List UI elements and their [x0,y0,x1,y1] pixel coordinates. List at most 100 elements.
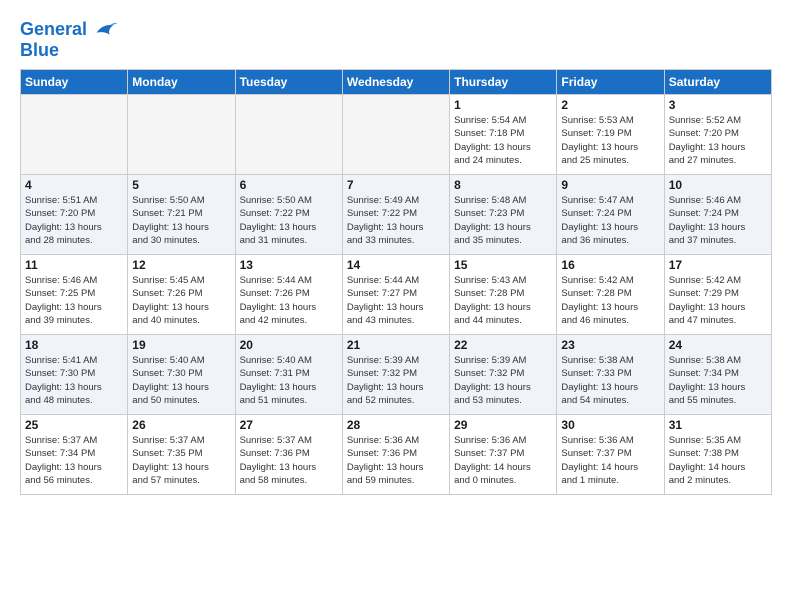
day-number: 9 [561,178,659,192]
calendar-cell: 28Sunrise: 5:36 AMSunset: 7:36 PMDayligh… [342,415,449,495]
cell-info: Sunrise: 5:43 AMSunset: 7:28 PMDaylight:… [454,274,552,327]
day-number: 25 [25,418,123,432]
header-row: SundayMondayTuesdayWednesdayThursdayFrid… [21,70,772,95]
day-number: 17 [669,258,767,272]
day-header-saturday: Saturday [664,70,771,95]
day-number: 15 [454,258,552,272]
header: General Blue [20,16,772,61]
day-number: 20 [240,338,338,352]
day-header-thursday: Thursday [450,70,557,95]
day-number: 2 [561,98,659,112]
day-header-sunday: Sunday [21,70,128,95]
week-row-2: 4 Sunrise: 5:51 AMSunset: 7:20 PMDaylight… [21,175,772,255]
week-row-1: 1 Sunrise: 5:54 AMSunset: 7:18 PMDaylight… [21,95,772,175]
day-number: 24 [669,338,767,352]
cell-info: Sunrise: 5:39 AMSunset: 7:32 PMDaylight:… [454,354,552,407]
cell-info: Sunrise: 5:47 AMSunset: 7:24 PMDaylight:… [561,194,659,247]
day-number: 11 [25,258,123,272]
week-row-4: 18 Sunrise: 5:41 AMSunset: 7:30 PMDayligh… [21,335,772,415]
day-number: 21 [347,338,445,352]
calendar-cell: 29Sunrise: 5:36 AMSunset: 7:37 PMDayligh… [450,415,557,495]
cell-info: Sunrise: 5:37 AMSunset: 7:36 PMDaylight:… [240,434,338,487]
calendar-cell: 4 Sunrise: 5:51 AMSunset: 7:20 PMDaylight… [21,175,128,255]
cell-info: Sunrise: 5:46 AMSunset: 7:25 PMDaylight:… [25,274,123,327]
day-number: 8 [454,178,552,192]
day-number: 4 [25,178,123,192]
calendar-cell: 15 Sunrise: 5:43 AMSunset: 7:28 PMDayligh… [450,255,557,335]
calendar-table: SundayMondayTuesdayWednesdayThursdayFrid… [20,69,772,495]
cell-info: Sunrise: 5:40 AMSunset: 7:30 PMDaylight:… [132,354,230,407]
day-number: 31 [669,418,767,432]
day-number: 27 [240,418,338,432]
day-header-friday: Friday [557,70,664,95]
calendar-cell: 2 Sunrise: 5:53 AMSunset: 7:19 PMDaylight… [557,95,664,175]
logo-text: General [20,20,87,40]
day-number: 23 [561,338,659,352]
page: General Blue SundayMondayTuesdayWednesda… [0,0,792,505]
week-row-5: 25 Sunrise: 5:37 AMSunset: 7:34 PMDayligh… [21,415,772,495]
day-header-monday: Monday [128,70,235,95]
day-number: 12 [132,258,230,272]
day-number: 5 [132,178,230,192]
calendar-cell [128,95,235,175]
calendar-cell: 24 Sunrise: 5:38 AMSunset: 7:34 PMDayligh… [664,335,771,415]
calendar-cell: 18 Sunrise: 5:41 AMSunset: 7:30 PMDayligh… [21,335,128,415]
calendar-cell: 30Sunrise: 5:36 AMSunset: 7:37 PMDayligh… [557,415,664,495]
calendar-cell: 22 Sunrise: 5:39 AMSunset: 7:32 PMDayligh… [450,335,557,415]
day-number: 1 [454,98,552,112]
week-row-3: 11 Sunrise: 5:46 AMSunset: 7:25 PMDayligh… [21,255,772,335]
calendar-cell: 20 Sunrise: 5:40 AMSunset: 7:31 PMDayligh… [235,335,342,415]
calendar-cell: 31 Sunrise: 5:35 AMSunset: 7:38 PMDayligh… [664,415,771,495]
calendar-cell: 11 Sunrise: 5:46 AMSunset: 7:25 PMDayligh… [21,255,128,335]
day-number: 10 [669,178,767,192]
day-header-tuesday: Tuesday [235,70,342,95]
calendar-cell: 14 Sunrise: 5:44 AMSunset: 7:27 PMDayligh… [342,255,449,335]
calendar-cell: 17Sunrise: 5:42 AMSunset: 7:29 PMDayligh… [664,255,771,335]
day-number: 18 [25,338,123,352]
cell-info: Sunrise: 5:51 AMSunset: 7:20 PMDaylight:… [25,194,123,247]
day-header-wednesday: Wednesday [342,70,449,95]
calendar-cell: 8 Sunrise: 5:48 AMSunset: 7:23 PMDaylight… [450,175,557,255]
cell-info: Sunrise: 5:44 AMSunset: 7:27 PMDaylight:… [347,274,445,327]
calendar-cell: 25 Sunrise: 5:37 AMSunset: 7:34 PMDayligh… [21,415,128,495]
cell-info: Sunrise: 5:38 AMSunset: 7:33 PMDaylight:… [561,354,659,407]
cell-info: Sunrise: 5:39 AMSunset: 7:32 PMDaylight:… [347,354,445,407]
cell-info: Sunrise: 5:41 AMSunset: 7:30 PMDaylight:… [25,354,123,407]
cell-info: Sunrise: 5:44 AMSunset: 7:26 PMDaylight:… [240,274,338,327]
cell-info: Sunrise: 5:50 AMSunset: 7:22 PMDaylight:… [240,194,338,247]
cell-info: Sunrise: 5:37 AMSunset: 7:34 PMDaylight:… [25,434,123,487]
logo-bird-icon [89,16,117,44]
cell-info: Sunrise: 5:45 AMSunset: 7:26 PMDaylight:… [132,274,230,327]
day-number: 13 [240,258,338,272]
cell-info: Sunrise: 5:40 AMSunset: 7:31 PMDaylight:… [240,354,338,407]
calendar-cell: 13 Sunrise: 5:44 AMSunset: 7:26 PMDayligh… [235,255,342,335]
calendar-cell [21,95,128,175]
day-number: 28 [347,418,445,432]
calendar-cell: 23 Sunrise: 5:38 AMSunset: 7:33 PMDayligh… [557,335,664,415]
day-number: 16 [561,258,659,272]
cell-info: Sunrise: 5:50 AMSunset: 7:21 PMDaylight:… [132,194,230,247]
day-number: 19 [132,338,230,352]
cell-info: Sunrise: 5:36 AMSunset: 7:37 PMDaylight:… [454,434,552,487]
calendar-cell [342,95,449,175]
day-number: 6 [240,178,338,192]
day-number: 3 [669,98,767,112]
day-number: 14 [347,258,445,272]
cell-info: Sunrise: 5:37 AMSunset: 7:35 PMDaylight:… [132,434,230,487]
calendar-cell: 1 Sunrise: 5:54 AMSunset: 7:18 PMDaylight… [450,95,557,175]
calendar-cell: 21 Sunrise: 5:39 AMSunset: 7:32 PMDayligh… [342,335,449,415]
cell-info: Sunrise: 5:54 AMSunset: 7:18 PMDaylight:… [454,114,552,167]
calendar-cell: 27 Sunrise: 5:37 AMSunset: 7:36 PMDayligh… [235,415,342,495]
day-number: 22 [454,338,552,352]
day-number: 30 [561,418,659,432]
day-number: 26 [132,418,230,432]
calendar-cell: 5 Sunrise: 5:50 AMSunset: 7:21 PMDaylight… [128,175,235,255]
cell-info: Sunrise: 5:53 AMSunset: 7:19 PMDaylight:… [561,114,659,167]
cell-info: Sunrise: 5:52 AMSunset: 7:20 PMDaylight:… [669,114,767,167]
cell-info: Sunrise: 5:48 AMSunset: 7:23 PMDaylight:… [454,194,552,247]
cell-info: Sunrise: 5:38 AMSunset: 7:34 PMDaylight:… [669,354,767,407]
calendar-cell [235,95,342,175]
calendar-cell: 16Sunrise: 5:42 AMSunset: 7:28 PMDayligh… [557,255,664,335]
calendar-cell: 7Sunrise: 5:49 AMSunset: 7:22 PMDaylight… [342,175,449,255]
cell-info: Sunrise: 5:35 AMSunset: 7:38 PMDaylight:… [669,434,767,487]
